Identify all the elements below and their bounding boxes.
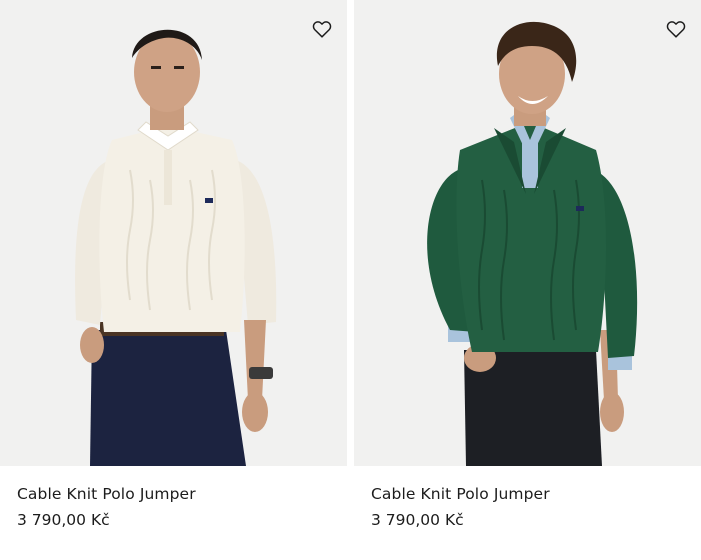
product-grid: Cable Knit Polo Jumper 3 790,00 Kč Cable…	[0, 0, 701, 560]
heart-outline-icon[interactable]	[311, 18, 333, 40]
model-photo	[354, 0, 701, 466]
heart-outline-icon[interactable]	[665, 18, 687, 40]
product-price: 3 790,00 Kč	[371, 511, 464, 529]
product-price: 3 790,00 Kč	[17, 511, 110, 529]
model-photo	[0, 0, 347, 466]
product-image[interactable]	[354, 0, 701, 466]
product-title[interactable]: Cable Knit Polo Jumper	[371, 485, 550, 503]
product-card[interactable]: Cable Knit Polo Jumper 3 790,00 Kč	[0, 0, 347, 560]
product-image[interactable]	[0, 0, 347, 466]
product-title[interactable]: Cable Knit Polo Jumper	[17, 485, 196, 503]
product-card[interactable]: Cable Knit Polo Jumper 3 790,00 Kč	[354, 0, 701, 560]
